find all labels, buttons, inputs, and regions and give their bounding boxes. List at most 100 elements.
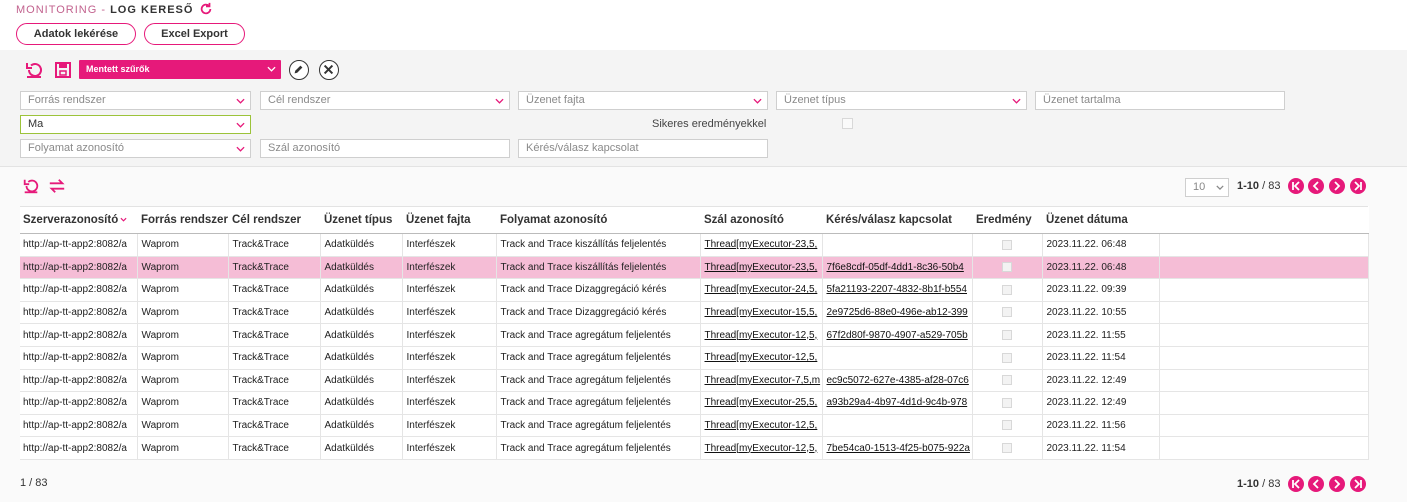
cell-filler [1159,233,1369,257]
cell-request-response-link[interactable]: 67f2d80f-9870-4907-a529-705b [822,323,973,347]
request-response-input[interactable]: Kérés/válasz kapcsolat [518,139,768,158]
col-message-date[interactable]: Üzenet dátuma [1042,206,1159,234]
fetch-data-button[interactable]: Adatok lekérése [16,23,136,45]
cell-thread-id-link[interactable]: Thread[myExecutor-23,5, [700,233,823,257]
cell-thread-id-link[interactable]: Thread[myExecutor-12,5, [700,436,823,460]
target-system-select[interactable]: Cél rendszer [260,91,510,110]
cell-thread-id-link[interactable]: Thread[myExecutor-12,5, [700,346,823,370]
message-content-placeholder: Üzenet tartalma [1043,94,1121,106]
last-page-button[interactable] [1350,178,1366,194]
saved-filters-select[interactable]: Mentett szűrők [79,60,281,79]
cell-request-response-link[interactable] [822,346,973,370]
reset-sort-icon[interactable] [22,177,40,195]
table-row[interactable]: http://ap-tt-app2:8082/a Waprom Track&Tr… [20,323,1369,347]
reset-filters-icon[interactable] [24,60,44,80]
chevron-down-icon [1012,98,1021,104]
message-content-input[interactable]: Üzenet tartalma [1035,91,1285,110]
result-checkbox [1002,420,1012,431]
table-row[interactable]: http://ap-tt-app2:8082/a Waprom Track&Tr… [20,346,1369,370]
cell-filler [1159,301,1369,325]
col-request-response[interactable]: Kérés/válasz kapcsolat [822,206,972,234]
cell-request-response-link[interactable] [822,233,973,257]
cell-message-type: Adatküldés [320,391,403,415]
chevron-down-icon [236,146,245,152]
page-size-select[interactable]: 10 [1185,178,1229,197]
message-kind-select[interactable]: Üzenet fajta [518,91,768,110]
cell-request-response-link[interactable]: a93b29a4-4b97-4d1d-9c4b-978 [822,391,973,415]
thread-id-input[interactable]: Szál azonosító [260,139,510,158]
breadcrumb-section[interactable]: MONITORING - [16,4,106,16]
cell-filler [1159,346,1369,370]
save-icon[interactable] [53,60,73,80]
prev-page-button[interactable] [1308,178,1324,194]
cell-message-type: Adatküldés [320,436,403,460]
date-range-select[interactable]: Ma [20,115,251,134]
edit-filter-button[interactable] [289,60,309,80]
table-row[interactable]: http://ap-tt-app2:8082/a Waprom Track&Tr… [20,301,1369,325]
cell-request-response-link[interactable]: ec9c5072-627e-4385-af28-07c6 [822,369,973,393]
col-result[interactable]: Eredmény [972,206,1042,234]
cell-request-response-link[interactable]: 7be54ca0-1513-4f25-b075-922a [822,436,973,460]
cell-process-id: Track and Trace agregátum feljelentés [496,369,701,393]
page-range-bottom: 1-10 / 83 [1237,478,1280,490]
last-page-button[interactable] [1350,476,1366,492]
cell-server-id: http://ap-tt-app2:8082/a [20,391,138,415]
cell-request-response-link[interactable]: 7f6e8cdf-05df-4dd1-8c36-50b4 [822,256,973,280]
prev-page-button[interactable] [1308,476,1324,492]
refresh-icon[interactable] [199,2,213,16]
cell-message-kind: Interfészek [402,414,497,438]
cell-request-response-link[interactable]: 5fa21193-2207-4832-8b1f-b554 [822,278,973,302]
cell-message-type: Adatküldés [320,346,403,370]
cell-thread-id-link[interactable]: Thread[myExecutor-7,5,m [700,369,823,393]
cell-result [972,369,1043,393]
message-type-select[interactable]: Üzenet típus [776,91,1027,110]
cell-thread-id-link[interactable]: Thread[myExecutor-12,5, [700,414,823,438]
cell-request-response-link[interactable]: 2e9725d6-88e0-496e-ab12-399 [822,301,973,325]
cell-target-system: Track&Trace [228,369,321,393]
page-range-top: 1-10 / 83 [1237,180,1280,192]
table-row[interactable]: http://ap-tt-app2:8082/a Waprom Track&Tr… [20,233,1369,257]
first-page-button[interactable] [1288,476,1304,492]
cell-thread-id-link[interactable]: Thread[myExecutor-12,5, [700,323,823,347]
source-system-select[interactable]: Forrás rendszer [20,91,251,110]
cell-thread-id-link[interactable]: Thread[myExecutor-23,5, [700,256,823,280]
cell-thread-id-link[interactable]: Thread[myExecutor-25,5, [700,391,823,415]
source-system-placeholder: Forrás rendszer [28,94,106,106]
swap-columns-icon[interactable] [47,177,67,195]
next-page-button[interactable] [1329,476,1345,492]
col-process-id[interactable]: Folyamat azonosító [496,206,700,234]
table-row[interactable]: http://ap-tt-app2:8082/a Waprom Track&Tr… [20,414,1369,438]
cell-thread-id-link[interactable]: Thread[myExecutor-24,5, [700,278,823,302]
cell-process-id: Track and Trace agregátum feljelentés [496,323,701,347]
col-server-id[interactable]: Szerverazonosító [20,206,137,234]
table-row[interactable]: http://ap-tt-app2:8082/a Waprom Track&Tr… [20,278,1369,302]
cell-source-system: Waprom [137,414,229,438]
cell-message-type: Adatküldés [320,301,403,325]
cell-source-system: Waprom [137,301,229,325]
cell-server-id: http://ap-tt-app2:8082/a [20,256,138,280]
delete-filter-button[interactable] [319,60,339,80]
cell-thread-id-link[interactable]: Thread[myExecutor-15,5, [700,301,823,325]
cell-source-system: Waprom [137,233,229,257]
target-system-placeholder: Cél rendszer [268,94,331,106]
cell-source-system: Waprom [137,278,229,302]
table-row-selected[interactable]: http://ap-tt-app2:8082/a Waprom Track&Tr… [20,256,1369,280]
cell-result [972,436,1043,460]
col-thread-id[interactable]: Szál azonosító [700,206,822,234]
table-row[interactable]: http://ap-tt-app2:8082/a Waprom Track&Tr… [20,391,1369,415]
col-source-system[interactable]: Forrás rendszer [137,206,228,234]
col-message-type[interactable]: Üzenet típus [320,206,402,234]
process-id-select[interactable]: Folyamat azonosító [20,139,251,158]
success-checkbox[interactable] [842,118,853,129]
excel-export-button[interactable]: Excel Export [144,23,245,45]
col-message-kind[interactable]: Üzenet fajta [402,206,496,234]
next-page-button[interactable] [1329,178,1345,194]
first-page-button[interactable] [1288,178,1304,194]
cell-request-response-link[interactable] [822,414,973,438]
col-target-system[interactable]: Cél rendszer [228,206,320,234]
chevron-right-icon [1334,181,1341,191]
table-row[interactable]: http://ap-tt-app2:8082/a Waprom Track&Tr… [20,436,1369,460]
cell-filler [1159,256,1369,280]
table-row[interactable]: http://ap-tt-app2:8082/a Waprom Track&Tr… [20,369,1369,393]
cell-message-type: Adatküldés [320,278,403,302]
